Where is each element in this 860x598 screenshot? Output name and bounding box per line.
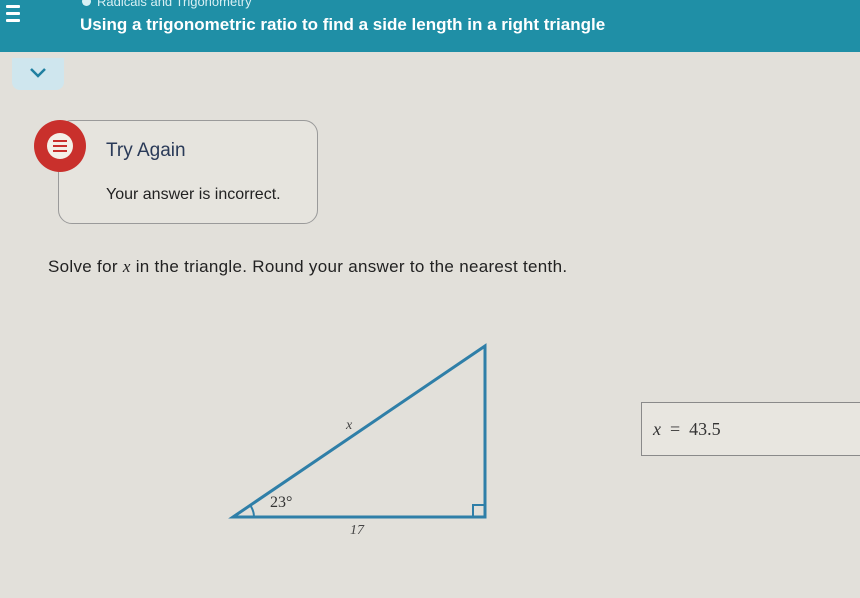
chevron-down-icon (30, 68, 46, 78)
answer-value: 43.5 (689, 419, 721, 439)
hypotenuse-label: x (345, 418, 353, 433)
feedback-panel (58, 120, 318, 224)
menu-icon[interactable] (0, 0, 36, 52)
feedback-message: Your answer is incorrect. (106, 186, 281, 203)
angle-label: 23° (270, 494, 292, 511)
feedback-error-icon (34, 120, 86, 172)
question-suffix: in the triangle. Round your answer to th… (130, 257, 568, 276)
question-prefix: Solve for (48, 257, 123, 276)
question-variable: x (122, 257, 131, 276)
breadcrumb: Radicals and Trigonometry (82, 0, 252, 9)
answer-display: x = 43.5 (653, 419, 721, 440)
right-angle-marker (472, 504, 486, 518)
page-title: Using a trigonometric ratio to find a si… (80, 15, 606, 34)
breadcrumb-text: Radicals and Trigonometry (97, 0, 252, 9)
collapse-button[interactable] (12, 58, 64, 90)
question-text: Solve for x in the triangle. Round your … (48, 257, 567, 277)
feedback-title: Try Again (106, 140, 186, 161)
angle-arc (249, 504, 255, 518)
topic-dot-icon (82, 0, 91, 6)
answer-equals: = (670, 419, 681, 439)
header-bar: Radicals and Trigonometry Using a trigon… (0, 0, 860, 52)
right-triangle (228, 343, 487, 519)
triangle-diagram: 23° x 17 (228, 343, 487, 538)
base-label: 17 (350, 523, 365, 538)
answer-variable: x (653, 419, 661, 439)
